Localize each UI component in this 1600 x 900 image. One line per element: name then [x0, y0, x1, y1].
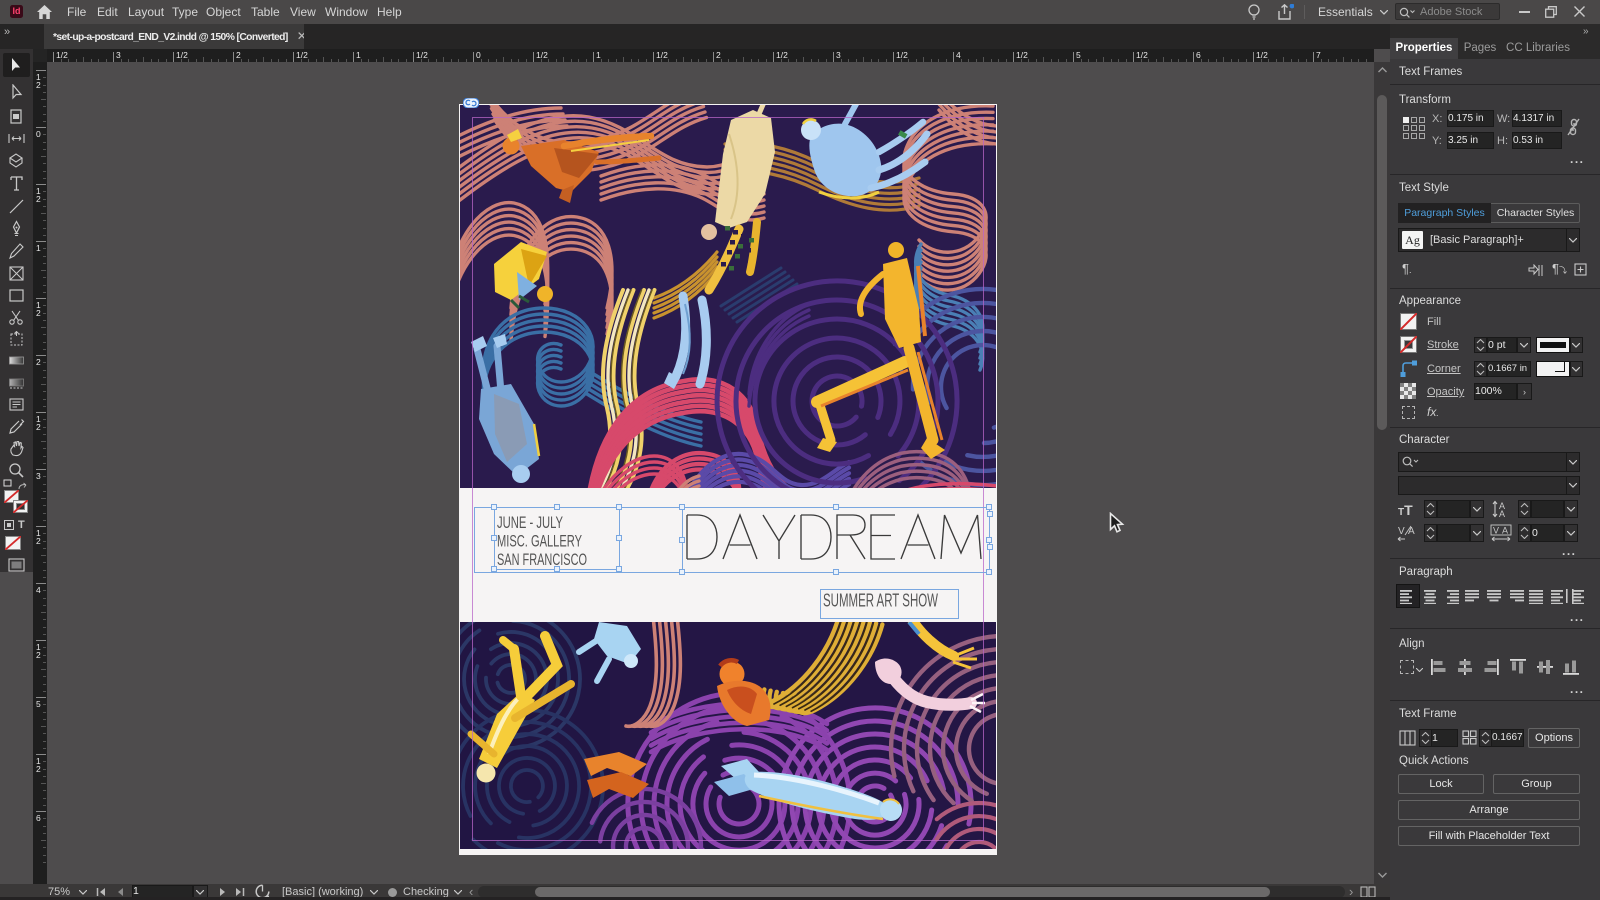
svg-text:A: A: [1499, 509, 1505, 518]
svg-text:MISC. GALLERY: MISC. GALLERY: [497, 533, 582, 551]
svg-text:A: A: [1502, 526, 1508, 536]
svg-text:V: V: [1398, 526, 1405, 537]
svg-text:JUNE - JULY: JUNE - JULY: [497, 514, 563, 532]
svg-text:SUMMER ART SHOW: SUMMER ART SHOW: [823, 590, 938, 611]
svg-text:SAN FRANCISCO: SAN FRANCISCO: [497, 551, 587, 569]
svg-text:V: V: [1493, 526, 1499, 536]
svg-text:A: A: [1408, 526, 1415, 537]
